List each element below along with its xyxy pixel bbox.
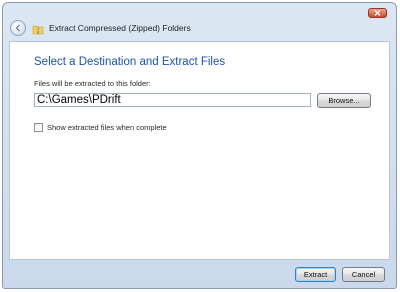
browse-button[interactable]: Browse... — [317, 93, 371, 108]
show-files-label: Show extracted files when complete — [47, 123, 167, 132]
page-heading: Select a Destination and Extract Files — [34, 56, 226, 68]
zip-folder-icon — [32, 25, 44, 35]
destination-label: Files will be extracted to this folder: — [34, 79, 151, 88]
back-arrow-icon — [15, 24, 20, 32]
show-files-checkbox[interactable] — [34, 123, 43, 132]
extract-dialog: Extract Compressed (Zipped) Folders Sele… — [2, 2, 397, 289]
back-button[interactable] — [10, 20, 26, 36]
window-title: Extract Compressed (Zipped) Folders — [49, 23, 191, 33]
extract-button[interactable]: Extract — [295, 267, 336, 282]
dialog-footer: Extract Cancel — [3, 260, 396, 288]
destination-path-input[interactable]: C:\Games\PDrift — [34, 93, 311, 107]
close-icon — [374, 10, 381, 16]
title-bar: Extract Compressed (Zipped) Folders — [3, 3, 396, 39]
close-button[interactable] — [368, 8, 387, 18]
show-files-option[interactable]: Show extracted files when complete — [34, 123, 167, 132]
cancel-button[interactable]: Cancel — [342, 267, 385, 282]
content-pane: Select a Destination and Extract Files F… — [9, 41, 390, 260]
